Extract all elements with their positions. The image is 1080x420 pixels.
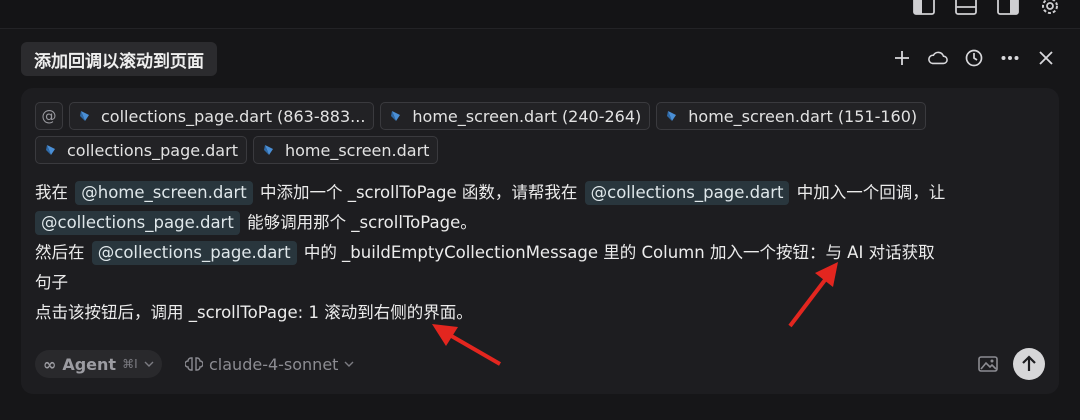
context-chip-label: home_screen.dart (240-264) bbox=[412, 106, 642, 126]
prompt-line: 然后在 @collections_page.dart 中的 _buildEmpt… bbox=[35, 238, 1040, 268]
infinity-icon: ∞ bbox=[43, 354, 57, 374]
more-icon[interactable] bbox=[1000, 46, 1020, 70]
prompt-text-segment: 中的 _buildEmptyCollectionMessage 里的 Colum… bbox=[303, 243, 935, 262]
file-mention[interactable]: @collections_page.dart bbox=[91, 241, 297, 265]
at-label: @ bbox=[41, 107, 57, 125]
gear-icon[interactable] bbox=[1038, 0, 1062, 16]
prompt-line: 点击该按钮后，调用 _scrollToPage: 1 滚动到右侧的界面。 bbox=[35, 303, 473, 322]
context-chip[interactable]: collections_page.dart bbox=[35, 136, 247, 164]
prompt-text-segment: 我在 bbox=[35, 183, 68, 202]
prompt-text-segment: 能够调用那个 _scrollToPage。 bbox=[247, 213, 477, 232]
context-chip[interactable]: home_screen.dart (240-264) bbox=[380, 102, 651, 130]
chat-title[interactable]: 添加回调以滚动到页面 bbox=[21, 42, 217, 76]
file-mention[interactable]: @collections_page.dart bbox=[35, 211, 240, 235]
chat-composer[interactable]: @ collections_page.dart (863-883... home… bbox=[21, 88, 1059, 394]
title-bar bbox=[0, 0, 1080, 29]
prompt-line: 句子 bbox=[35, 273, 68, 292]
cloud-icon[interactable] bbox=[928, 46, 948, 70]
dart-file-icon bbox=[80, 111, 89, 121]
send-button[interactable] bbox=[1013, 348, 1045, 380]
model-selector[interactable]: claude-4-sonnet bbox=[185, 350, 354, 378]
mode-label: Agent bbox=[62, 354, 117, 374]
dart-file-icon bbox=[46, 145, 55, 155]
dart-file-icon bbox=[391, 111, 401, 121]
layout-sidebar-left-icon[interactable] bbox=[912, 0, 936, 16]
layout-toolbar bbox=[912, 0, 1062, 16]
prompt-text-segment: 中加入一个回调，让 bbox=[796, 183, 946, 202]
history-icon[interactable] bbox=[964, 46, 984, 70]
add-context-button[interactable]: @ bbox=[35, 102, 63, 130]
header-actions bbox=[892, 46, 1056, 70]
chevron-down-icon bbox=[344, 361, 354, 367]
context-chips: @ collections_page.dart (863-883... home… bbox=[35, 102, 1045, 164]
context-chip-label: collections_page.dart (863-883... bbox=[101, 106, 366, 126]
file-mention[interactable]: @home_screen.dart bbox=[75, 181, 253, 205]
mode-selector[interactable]: ∞ Agent ⌘I bbox=[35, 350, 162, 378]
layout-panel-icon[interactable] bbox=[954, 0, 978, 16]
context-chip[interactable]: home_screen.dart bbox=[252, 136, 439, 164]
prompt-text-segment: 中添加一个 _scrollToPage 函数，请帮我在 bbox=[259, 183, 578, 202]
plus-icon[interactable] bbox=[892, 46, 912, 70]
prompt-text[interactable]: 我在 @home_screen.dart 中添加一个 _scrollToPage… bbox=[35, 178, 1040, 328]
context-chip-label: home_screen.dart (151-160) bbox=[688, 106, 918, 126]
context-chip-label: home_screen.dart bbox=[284, 140, 430, 160]
prompt-line: 我在 @home_screen.dart 中添加一个 _scrollToPage… bbox=[35, 178, 1040, 208]
close-icon[interactable] bbox=[1036, 46, 1056, 70]
prompt-line: @collections_page.dart 能够调用那个 _scrollToP… bbox=[35, 208, 1040, 238]
mode-shortcut: ⌘I bbox=[122, 357, 138, 371]
image-attach-icon[interactable] bbox=[977, 354, 999, 374]
model-label: claude-4-sonnet bbox=[209, 354, 339, 374]
chat-header: 添加回调以滚动到页面 bbox=[0, 30, 1080, 86]
layout-sidebar-right-icon[interactable] bbox=[996, 0, 1020, 16]
dart-file-icon bbox=[263, 145, 273, 155]
dart-file-icon bbox=[667, 111, 677, 121]
arrow-up-icon bbox=[1022, 355, 1036, 371]
prompt-text-segment: 然后在 bbox=[35, 243, 85, 262]
context-chip[interactable]: home_screen.dart (151-160) bbox=[656, 102, 927, 130]
chevron-down-icon bbox=[144, 361, 154, 367]
context-chip-label: collections_page.dart bbox=[67, 140, 238, 160]
brain-icon bbox=[185, 357, 203, 371]
composer-footer: ∞ Agent ⌘I claude-4-sonnet bbox=[35, 348, 1045, 380]
context-chip[interactable]: collections_page.dart (863-883... bbox=[69, 102, 375, 130]
file-mention[interactable]: @collections_page.dart bbox=[584, 181, 790, 205]
